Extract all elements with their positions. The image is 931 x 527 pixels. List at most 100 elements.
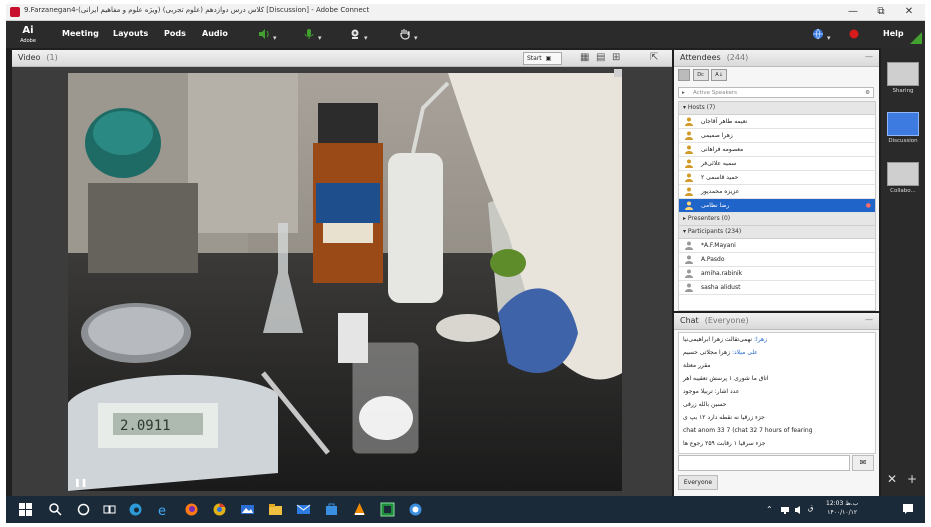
system-clock[interactable]: 12:03 ب.ظ ۱۴۰۰/۱۰/۱۲	[826, 499, 858, 517]
send-message-button[interactable]: ✉	[852, 455, 874, 471]
host-row[interactable]: معصومه فراهانی	[679, 143, 875, 157]
pod-options-icon[interactable]: ⇱	[650, 52, 658, 63]
speaker-small-icon: ▸	[682, 90, 685, 96]
start-webcam-button[interactable]: Start ▣	[523, 52, 562, 65]
photos-app-icon[interactable]	[240, 502, 255, 517]
pod-menu-icon[interactable]: —	[865, 315, 873, 324]
connection-status[interactable]: ▾	[812, 28, 831, 42]
host-row-selected[interactable]: رضا نظامی ●	[679, 199, 875, 213]
host-row[interactable]: عزیزه محمدپور	[679, 185, 875, 199]
grid-view-icon[interactable]: ▦	[580, 52, 589, 63]
pause-icon[interactable]: ❚❚	[74, 478, 87, 487]
maximize-button[interactable]: ⧉	[867, 4, 895, 20]
chat-input[interactable]	[678, 455, 850, 471]
host-user-icon	[685, 131, 693, 140]
settings-icon[interactable]: ⚙	[865, 88, 870, 99]
list-view-icon[interactable]	[678, 69, 690, 81]
volume-icon[interactable]	[794, 505, 804, 515]
network-icon[interactable]	[780, 505, 790, 515]
store-icon[interactable]	[324, 502, 339, 517]
menu-pods[interactable]: Pods	[164, 29, 186, 38]
participant-row[interactable]: amiha.rabinik	[679, 267, 875, 281]
layout-view-icon[interactable]: ⊞	[612, 52, 620, 63]
window-title: 9.Farzanegan4-(ویژه علوم و مفاهیم ایرانی…	[24, 6, 370, 14]
svg-text:2.0911: 2.0911	[120, 418, 171, 434]
layout-discussion[interactable]: Discussion	[887, 112, 919, 144]
notifications-icon[interactable]	[902, 503, 914, 515]
task-view-icon[interactable]	[102, 502, 117, 517]
host-webcam-user-icon	[685, 187, 693, 196]
tray-chevron-up-icon[interactable]: ⌃	[766, 505, 773, 514]
participant-user-icon	[685, 269, 693, 278]
microphone-toggle[interactable]: ▾	[303, 28, 322, 42]
webcam-video-feed: 2.0911 ❚❚	[68, 73, 622, 491]
webcam-icon	[351, 29, 359, 39]
add-layout-icon[interactable]: +	[907, 472, 917, 486]
svg-text:e: e	[158, 504, 166, 517]
minimize-button[interactable]: —	[839, 4, 867, 20]
firefox-icon[interactable]	[184, 502, 199, 517]
speaker-toggle[interactable]: ▾	[258, 28, 277, 42]
file-explorer-icon[interactable]	[268, 502, 283, 517]
participant-row[interactable]: A.Pasdo	[679, 253, 875, 267]
record-indicator[interactable]	[848, 28, 860, 41]
participants-section-header[interactable]: ▾ Participants (234)	[679, 226, 875, 239]
layout-sharing[interactable]: Sharing	[887, 62, 919, 94]
active-speakers-bar[interactable]: ▸ Active Speakers ⚙	[678, 87, 874, 98]
chat-message: مقرر معتلة	[683, 362, 711, 369]
search-icon[interactable]	[48, 502, 63, 517]
raise-hand-toggle[interactable]: ▾	[399, 28, 418, 42]
menu-help[interactable]: Help	[883, 29, 904, 38]
edge-browser-icon[interactable]	[128, 502, 143, 517]
chat-title: Chat	[680, 316, 699, 325]
host-user-icon	[685, 117, 693, 126]
status-flag-icon: ●	[865, 202, 871, 209]
cortana-icon[interactable]	[76, 502, 91, 517]
layout-thumbnail-icon	[887, 112, 919, 136]
layout-thumbnail-icon	[887, 162, 919, 186]
layout-collaboration[interactable]: Collabo...	[887, 162, 919, 194]
layout-thumbnail-icon	[887, 62, 919, 86]
chrome-icon[interactable]	[212, 502, 227, 517]
hosts-section-header[interactable]: ▾ Hosts (7)	[679, 102, 875, 115]
participant-row[interactable]: *A.F.Mayani	[679, 239, 875, 253]
chevron-down-icon: ▾	[827, 34, 831, 42]
chat-messages: زهرا: نهمی‌تقالت زهرا ابراهیمی‌نیا علی م…	[678, 332, 876, 454]
menu-audio[interactable]: Audio	[202, 29, 228, 38]
mail-icon[interactable]	[296, 502, 311, 517]
host-row[interactable]: نعیمه طاهر آقاجان	[679, 115, 875, 129]
adobe-connect-window: 9.Farzanegan4-(ویژه علوم و مفاهیم ایرانی…	[6, 4, 925, 496]
windows-start-icon[interactable]	[18, 502, 33, 517]
chat-message: اتاق ما شوری ۱ پرسش تعقیبه اهر	[683, 375, 769, 382]
participant-row[interactable]: sasha alidust	[679, 281, 875, 295]
chat-message: زهرا: نهمی‌تقالت زهرا ابراهیمی‌نیا	[683, 336, 768, 343]
attendees-pod: Attendees (244) — Dc A↓ ▸ Active Speakers…	[674, 50, 879, 311]
presenters-section-header[interactable]: ▸ Presenters (0)	[679, 213, 875, 226]
vlc-icon[interactable]	[352, 502, 367, 517]
host-row[interactable]: سمیه علائی‌فر	[679, 157, 875, 171]
status-view-icon[interactable]: Dc	[692, 69, 709, 81]
pod-menu-icon[interactable]: —	[865, 52, 873, 61]
sort-view-icon[interactable]: A↓	[711, 69, 728, 81]
webcam-toggle[interactable]: ▾	[349, 28, 368, 42]
fullscreen-icon[interactable]	[614, 69, 622, 77]
menu-layouts[interactable]: Layouts	[113, 29, 148, 38]
close-button[interactable]: ✕	[895, 4, 923, 20]
terminal-app-icon[interactable]	[380, 502, 395, 517]
language-indicator[interactable]: ق	[808, 504, 813, 512]
host-user-icon	[685, 145, 693, 154]
chevron-down-icon: ▾	[318, 34, 322, 42]
collapse-icon[interactable]: ✕	[887, 472, 897, 486]
host-row[interactable]: حمید قاسمی ۲	[679, 171, 875, 185]
attendees-pod-header: Attendees (244) —	[674, 50, 879, 67]
chat-message: حسین بالله زرقی	[683, 401, 727, 408]
filmstrip-view-icon[interactable]: ▤	[596, 52, 605, 63]
chat-recipient-tab[interactable]: Everyone	[678, 475, 718, 490]
menu-meeting[interactable]: Meeting	[62, 29, 99, 38]
internet-explorer-icon[interactable]: e	[156, 502, 171, 517]
chat-message: جزء سرقیا ۱ رقابت ۲۵۹ رجوع ها	[683, 440, 766, 447]
raise-hand-icon	[400, 29, 410, 40]
host-row[interactable]: زهرا صمیمی	[679, 129, 875, 143]
adobe-connect-taskbar-icon[interactable]	[408, 502, 423, 517]
video-pod-title: Video	[18, 53, 41, 62]
